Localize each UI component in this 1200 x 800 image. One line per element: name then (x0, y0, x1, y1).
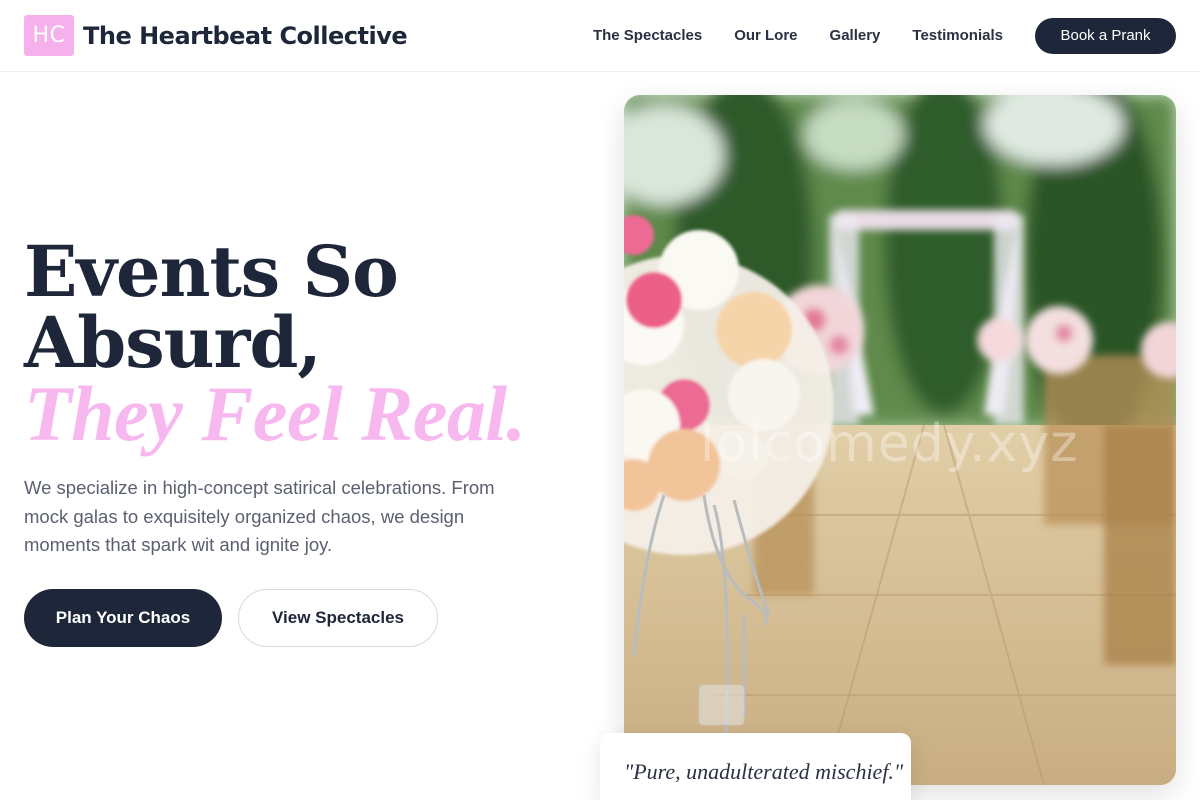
nav-link-spectacles[interactable]: The Spectacles (593, 27, 702, 44)
quote-text: "Pure, unadulterated mischief." (624, 759, 904, 784)
quote-card: "Pure, unadulterated mischief." (600, 733, 911, 800)
view-spectacles-button[interactable]: View Spectacles (238, 589, 438, 647)
nav-link-our-lore[interactable]: Our Lore (734, 27, 797, 44)
hero-wedding-image (624, 95, 1176, 785)
hero-headline: Events So Absurd, They Feel Real. (24, 236, 526, 453)
plan-your-chaos-button[interactable]: Plan Your Chaos (24, 589, 222, 647)
brand-name[interactable]: The Heartbeat Collective (83, 22, 408, 50)
top-nav: HC The Heartbeat Collective The Spectacl… (0, 0, 1200, 72)
nav-links: The Spectacles Our Lore Gallery Testimon… (593, 27, 1003, 44)
nav-link-gallery[interactable]: Gallery (830, 27, 881, 44)
logo-mark[interactable]: HC (24, 15, 74, 56)
book-a-prank-button[interactable]: Book a Prank (1035, 17, 1176, 54)
hero-lead-text: We specialize in high-concept satirical … (24, 477, 495, 555)
headline-accent: They Feel Real. (24, 370, 526, 457)
nav-link-testimonials[interactable]: Testimonials (912, 27, 1003, 44)
